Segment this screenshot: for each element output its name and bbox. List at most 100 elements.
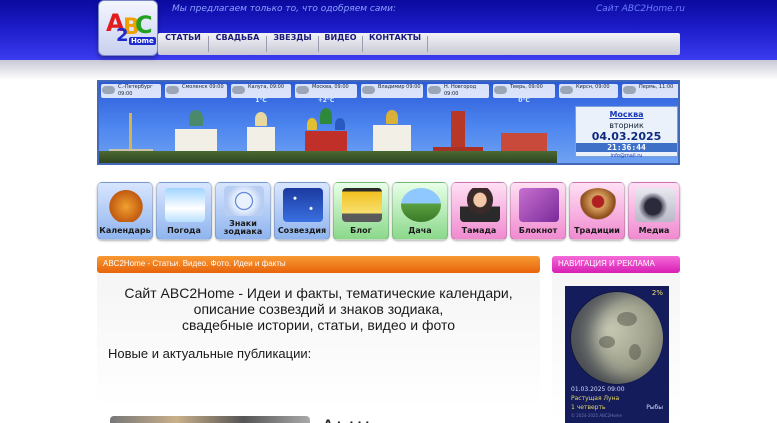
ground	[163, 151, 229, 163]
nav-item-stars[interactable]: ЗВЕЗДЫ	[267, 33, 318, 55]
dome	[335, 118, 345, 130]
nav-item-wedding[interactable]: СВАДЬБА	[209, 33, 266, 55]
moon-copyright: © 2024-2025 ABC2Home	[571, 413, 622, 418]
category-label: Традиции	[574, 226, 620, 235]
rainbow-cloud-icon	[165, 188, 205, 222]
zodiac-wheel-icon	[224, 186, 264, 216]
category-label: Погода	[167, 226, 201, 235]
post-title[interactable]: А ь ы ь	[323, 414, 374, 423]
site-logo[interactable]: A B C 2 Home	[98, 0, 158, 56]
dome	[255, 112, 267, 126]
category-label: Знаки зодиака	[223, 219, 263, 236]
weather-tile[interactable]: Смоленск 09:00	[163, 82, 229, 163]
main-nav: СТАТЬИ СВАДЬБА ЗВЕЗДЫ ВИДЕО КОНТАКТЫ	[158, 33, 680, 55]
moon-quarter: 1 четверть	[571, 404, 606, 411]
category-label: Медиа	[638, 226, 670, 235]
logo-digit: 2	[116, 25, 129, 46]
constellation-icon	[283, 188, 323, 222]
weather-banner: С.-Петербург 09:00 Смоленск 09:00 Калуга…	[97, 80, 680, 165]
cloud-icon	[296, 86, 309, 94]
category-label: Блокнот	[518, 226, 558, 235]
nav-divider	[427, 36, 428, 52]
moon-phase-name: Растущая Луна	[571, 395, 620, 402]
date-time-widget: Москва вторник 04.03.2025 21:36:44 info@…	[575, 106, 678, 159]
weather-tile[interactable]: С.-Петербург 09:00	[99, 82, 163, 163]
host-icon	[460, 188, 500, 222]
page: A B C 2 Home Мы предлагаем только то, чт…	[0, 0, 777, 423]
moon-datetime: 01.03.2025 09:00	[571, 386, 625, 393]
moon-image	[571, 292, 663, 384]
category-notebook[interactable]: Блокнот	[510, 182, 566, 240]
logo-word: Home	[129, 37, 156, 45]
category-constellations[interactable]: Созвездия	[274, 182, 330, 240]
intro-line: Сайт ABC2Home - Идеи и факты, тематическ…	[124, 285, 513, 301]
cloud-icon	[428, 86, 441, 94]
header-site-link[interactable]: Сайт ABC2Home.ru	[596, 4, 685, 14]
moon-shadow	[570, 291, 664, 385]
house-icon	[401, 188, 441, 222]
clock-weekday: вторник	[609, 121, 644, 130]
category-blog[interactable]: Блог	[333, 182, 389, 240]
nav-item-articles[interactable]: СТАТЬИ	[158, 33, 208, 55]
category-media[interactable]: Медиа	[628, 182, 680, 240]
category-label: Дача	[408, 226, 432, 235]
category-bar: Календарь Погода Знаки зодиака Созвездия…	[97, 182, 680, 240]
category-label: Тамада	[461, 226, 497, 235]
cloud-icon	[560, 86, 573, 94]
content-section-header: ABC2Home - Статьи. Видео. Фото. Идеи и ф…	[97, 256, 540, 273]
sidebar-title: НАВИГАЦИЯ И РЕКЛАМА	[558, 259, 655, 268]
category-label: Блог	[350, 226, 372, 235]
category-dacha[interactable]: Дача	[392, 182, 448, 240]
logo-letter-c: C	[135, 11, 153, 39]
ground	[293, 151, 359, 163]
clock-time: 21:36:44	[576, 143, 677, 152]
calendar-icon	[106, 188, 146, 222]
camera-icon	[635, 188, 675, 222]
cloud-icon	[166, 86, 179, 94]
category-calendar[interactable]: Календарь	[97, 182, 153, 240]
laptop-icon	[342, 188, 382, 222]
post-thumbnail[interactable]	[110, 416, 310, 423]
clock-date: 04.03.2025	[591, 130, 662, 143]
moon-illumination: 2%	[651, 289, 663, 297]
weather-tile[interactable]: Н. Новгород 09:00	[425, 82, 491, 163]
cloud-icon	[494, 86, 507, 94]
header-fade	[0, 60, 777, 80]
weather-tile[interactable]: Москва, 09:00 +2°C	[293, 82, 359, 163]
weather-tile[interactable]: Владимир 09:00	[359, 82, 425, 163]
ground	[99, 151, 163, 163]
cloud-icon	[232, 86, 245, 94]
category-traditions[interactable]: Традиции	[569, 182, 625, 240]
nav-item-video[interactable]: ВИДЕО	[319, 33, 362, 55]
cloud-icon	[623, 86, 636, 94]
weather-tile[interactable]: Калуга, 09:00 1°C	[229, 82, 293, 163]
category-label: Созвездия	[277, 226, 327, 235]
moon-zodiac-sign: Рыбы	[646, 404, 663, 411]
category-zodiac[interactable]: Знаки зодиака	[215, 182, 271, 240]
moon-phase-widget[interactable]: 2% 01.03.2025 09:00 Растущая Луна 1 четв…	[565, 286, 669, 423]
notebook-icon	[519, 188, 559, 222]
dome	[386, 110, 398, 124]
weather-temp: 0°C	[518, 97, 530, 104]
dome	[189, 110, 203, 126]
intro-line: свадебные истории, статьи, видео и фото	[181, 317, 456, 333]
clock-email[interactable]: info@mail.ru	[576, 153, 677, 159]
sidebar-header: НАВИГАЦИЯ И РЕКЛАМА	[552, 256, 680, 273]
intro-text: Сайт ABC2Home - Идеи и факты, тематическ…	[97, 285, 540, 333]
ground	[229, 151, 293, 163]
dome	[307, 118, 317, 130]
ground	[425, 151, 491, 163]
cake-icon	[578, 188, 618, 222]
weather-temp: 1°C	[255, 97, 267, 104]
ground	[491, 151, 557, 163]
nav-item-contacts[interactable]: КОНТАКТЫ	[363, 33, 427, 55]
cloud-icon	[362, 86, 375, 94]
category-label: Календарь	[99, 226, 151, 235]
weather-tile[interactable]: Тверь, 09:00 0°C	[491, 82, 557, 163]
cloud-icon	[102, 86, 115, 94]
category-weather[interactable]: Погода	[156, 182, 212, 240]
clock-city[interactable]: Москва	[576, 110, 677, 119]
news-heading: Новые и актуальные публикации:	[108, 346, 312, 361]
category-tamada[interactable]: Тамада	[451, 182, 507, 240]
content-section-title: ABC2Home - Статьи. Видео. Фото. Идеи и ф…	[103, 259, 286, 268]
